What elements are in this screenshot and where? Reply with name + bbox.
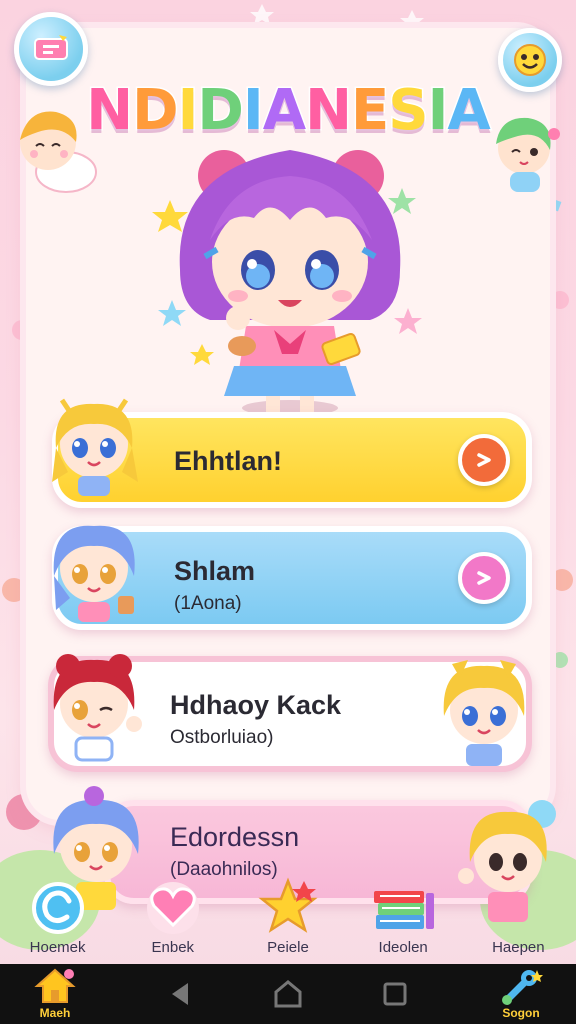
system-home-app-button[interactable]: Maeh xyxy=(20,968,90,1020)
menu-button[interactable] xyxy=(14,12,88,86)
home-icon[interactable] xyxy=(272,978,304,1010)
character-avatar-yellow xyxy=(52,398,138,496)
nav-label: Hoemek xyxy=(29,939,86,956)
nav-label: Enbek xyxy=(151,939,195,956)
app-title-text: NDIDIANESIA xyxy=(85,77,493,145)
nav-label: Ideolen xyxy=(378,939,428,956)
next-button[interactable] xyxy=(458,552,510,604)
nav-item-3[interactable]: Peiele xyxy=(233,877,343,956)
swirl-icon xyxy=(31,882,84,934)
hero-character xyxy=(152,150,422,416)
character-avatar-blue xyxy=(53,525,135,622)
character-avatar-red xyxy=(53,654,142,762)
books-icon xyxy=(374,891,435,929)
character-name: Ehhtlan! xyxy=(174,446,282,476)
nav-item-4[interactable]: Ideolen xyxy=(348,879,458,956)
app-title: NDIDIANESIA xyxy=(0,77,576,145)
bottom-navigation: Hoemek Enbek Peiele Ideolen Haepen xyxy=(0,860,576,964)
system-navigation-bar: Maeh Sogon xyxy=(0,964,576,1024)
back-icon[interactable] xyxy=(166,979,196,1009)
character-subtitle: Ostborluiao) xyxy=(170,727,274,748)
ticket-icon xyxy=(34,35,68,60)
character-name: Hdhaoy Kack xyxy=(170,690,342,720)
character-name: Edordessn xyxy=(170,822,300,852)
heart-icon xyxy=(146,882,199,934)
nav-item-1[interactable]: Hoemek xyxy=(3,879,113,956)
nav-item-5[interactable]: Haepen xyxy=(463,907,573,956)
system-left-label: Maeh xyxy=(39,1006,71,1020)
house-icon xyxy=(34,968,76,1003)
character-icon xyxy=(498,907,538,937)
wrench-sparkle-icon xyxy=(502,970,543,1005)
nav-label: Haepen xyxy=(492,939,545,956)
character-subtitle: (1Aona) xyxy=(174,593,242,614)
chevron-right-icon xyxy=(477,453,491,467)
character-name: Shlam xyxy=(174,556,256,586)
star-icon xyxy=(258,877,318,933)
smiley-icon xyxy=(514,44,546,76)
system-right-label: Sogon xyxy=(502,1006,540,1020)
nav-label: Peiele xyxy=(267,939,309,956)
recents-icon[interactable] xyxy=(380,979,410,1009)
character-avatar-blonde xyxy=(443,660,525,766)
chevron-right-icon xyxy=(477,571,491,585)
next-button[interactable] xyxy=(458,434,510,486)
nav-item-2[interactable]: Enbek xyxy=(118,879,228,956)
system-tools-button[interactable]: Sogon xyxy=(486,968,556,1020)
